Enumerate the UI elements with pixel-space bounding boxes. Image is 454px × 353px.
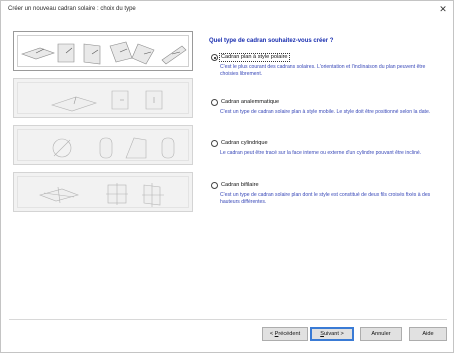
option-bifilar: Cadran bifilaire C'est un type de cadran… <box>211 182 447 205</box>
option-analemmatic: Cadran analemmatique C'est un type de ca… <box>211 99 447 116</box>
option-cylindrical: Cadran cylindrique Le cadran peut être t… <box>211 140 447 157</box>
radio-analemmatic[interactable] <box>211 99 218 106</box>
radio-bifilar[interactable] <box>211 182 218 189</box>
radio-polar-style[interactable] <box>211 54 218 61</box>
thumbnail-analemmatic[interactable] <box>13 78 193 118</box>
option-description-analemmatic: C'est un type de cadran solaire plan à s… <box>220 109 431 115</box>
cancel-button[interactable]: Annuler <box>360 327 402 341</box>
thumbnail-cylindrical[interactable] <box>13 125 193 165</box>
option-description-polar-style: C'est le plus courant des cadrans solair… <box>220 64 426 77</box>
option-description-bifilar: C'est un type de cadran solaire plan don… <box>220 192 431 205</box>
cylindrical-sundial-icons <box>52 137 175 159</box>
option-description-cylindrical: Le cadran peut être tracé sur la face in… <box>220 150 422 156</box>
thumbnail-polar-style[interactable] <box>13 31 193 71</box>
title-bar: Créer un nouveau cadran solaire : choix … <box>1 1 453 18</box>
radio-label-cylindrical[interactable]: Cadran cylindrique <box>220 140 269 147</box>
close-icon[interactable]: ✕ <box>435 2 451 17</box>
radio-cylindrical[interactable] <box>211 140 218 147</box>
radio-label-analemmatic[interactable]: Cadran analemmatique <box>220 99 280 106</box>
footer-separator <box>9 319 447 320</box>
previous-button[interactable]: < Précédent <box>262 327 308 341</box>
next-button[interactable]: Suivant > <box>310 327 354 341</box>
radio-label-bifilar[interactable]: Cadran bifilaire <box>220 182 260 189</box>
help-button[interactable]: Aide <box>409 327 447 341</box>
thumbnail-bifilar[interactable] <box>13 172 193 212</box>
analemmatic-sundial-icons <box>51 90 163 112</box>
bifilar-sundial-icons <box>39 183 164 207</box>
window-title: Créer un nouveau cadran solaire : choix … <box>8 6 136 12</box>
radio-label-polar-style[interactable]: Cadran plan à style polaire <box>219 53 290 62</box>
new-sundial-dialog: Créer un nouveau cadran solaire : choix … <box>0 0 454 353</box>
type-question-heading: Quel type de cadran souhaitez-vous créer… <box>209 38 334 44</box>
polar-style-sundial-icons <box>21 41 187 65</box>
option-polar-style: Cadran plan à style polaire C'est le plu… <box>211 53 447 77</box>
